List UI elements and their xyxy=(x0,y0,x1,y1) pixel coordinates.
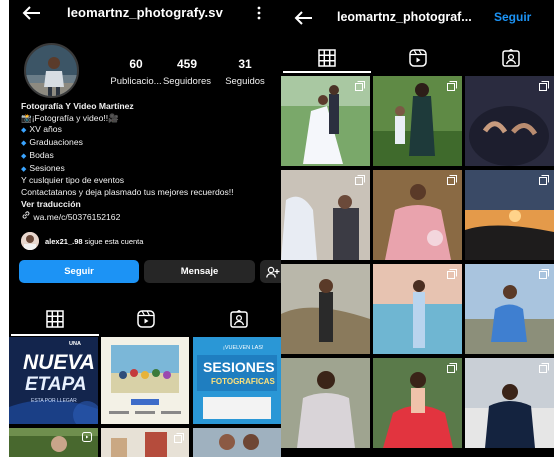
post-image xyxy=(193,428,281,457)
post-tile[interactable]: UNA NUEVA ETAPA ESTA POR LLEGAR xyxy=(9,337,98,424)
bio-service: ◆ Bodas xyxy=(21,149,54,160)
top-bar: leomartnz_photograf... Seguir xyxy=(281,0,554,38)
post-tile[interactable] xyxy=(465,264,554,354)
right-posts-screen: leomartnz_photograf... Seguir xyxy=(281,0,554,457)
active-tab-indicator xyxy=(283,71,371,73)
back-arrow-icon[interactable] xyxy=(293,10,313,26)
diamond-bullet-icon: ◆ xyxy=(21,127,27,135)
follower-username: alex21_.98 xyxy=(45,236,83,246)
suggest-button[interactable] xyxy=(260,260,281,283)
following-stat[interactable]: 31 Seguidos xyxy=(215,57,275,87)
multi-post-icon xyxy=(447,81,457,91)
multi-post-icon xyxy=(539,175,549,185)
post-tile[interactable] xyxy=(373,170,462,260)
bio-service: ◆ Graduaciones xyxy=(21,137,83,148)
post-tile[interactable] xyxy=(465,358,554,448)
post-tile[interactable] xyxy=(193,428,281,457)
tile-title: SESIONES xyxy=(203,359,275,375)
diamond-bullet-icon: ◆ xyxy=(21,152,27,160)
reels-icon[interactable] xyxy=(409,49,427,67)
diamond-bullet-icon: ◆ xyxy=(21,140,27,148)
profile-username: leomartnz_photografy.sv xyxy=(67,5,223,20)
post-tile[interactable] xyxy=(373,264,462,354)
bio-service: ◆ Sesiones xyxy=(21,162,65,173)
post-tile[interactable] xyxy=(373,358,462,448)
top-bar: leomartnz_photografy.sv xyxy=(9,0,281,30)
profile-bio: Fotografía Y Video Martínez 📸¡Fotografía… xyxy=(21,101,279,224)
post-tile[interactable] xyxy=(281,264,370,354)
follow-button[interactable]: Seguir xyxy=(19,260,139,283)
post-tile[interactable] xyxy=(101,428,189,457)
multi-post-icon xyxy=(355,175,365,185)
post-tile[interactable]: ¡VUELVEN LAS! SESIONES FOTOGRAFICAS xyxy=(193,337,281,424)
multi-post-icon xyxy=(447,363,457,373)
multi-post-icon xyxy=(174,433,184,443)
tagged-icon[interactable] xyxy=(502,49,520,67)
post-image xyxy=(281,358,370,448)
active-tab-indicator xyxy=(11,334,99,336)
follower-text: sigue esta cuenta xyxy=(84,236,144,246)
post-tile[interactable] xyxy=(373,76,462,166)
left-profile-screen: leomartnz_photografy.sv 60 Publicacio...… xyxy=(9,0,281,457)
follower-avatar xyxy=(21,232,39,250)
multi-post-icon xyxy=(355,81,365,91)
link-icon xyxy=(22,211,30,219)
add-person-icon xyxy=(266,266,280,278)
tile-text: UNA xyxy=(69,341,81,347)
followed-by[interactable]: alex21_.98 sigue esta cuenta xyxy=(21,232,143,250)
post-tile[interactable] xyxy=(465,76,554,166)
translate-link[interactable]: Ver traducción xyxy=(21,199,279,211)
post-tile[interactable] xyxy=(465,170,554,260)
multi-post-icon xyxy=(447,269,457,279)
post-tile[interactable] xyxy=(281,358,370,448)
tagged-icon[interactable] xyxy=(230,310,248,328)
message-button[interactable]: Mensaje xyxy=(144,260,255,283)
follow-link[interactable]: Seguir xyxy=(494,10,531,24)
bio-events: Y cuslquier tipo de eventos xyxy=(21,175,125,186)
grid-icon[interactable] xyxy=(318,49,336,67)
multi-post-icon xyxy=(447,175,457,185)
multi-post-icon xyxy=(539,269,549,279)
multi-post-icon xyxy=(539,81,549,91)
profile-username: leomartnz_photograf... xyxy=(337,10,472,24)
profile-avatar[interactable] xyxy=(24,43,79,98)
tile-sub: ESTA POR LLEGAR xyxy=(31,398,77,404)
post-tile[interactable] xyxy=(101,337,189,424)
posts-grid: UNA NUEVA ETAPA ESTA POR LLEGAR ¡VUELVEN… xyxy=(9,337,281,457)
tile-text: ¡VUELVEN LAS! xyxy=(223,345,264,351)
tile-sub: FOTOGRAFICAS xyxy=(211,377,275,386)
followers-stat[interactable]: 459 Seguidores xyxy=(157,57,217,87)
reels-icon[interactable] xyxy=(137,310,155,328)
grid-icon[interactable] xyxy=(46,310,64,328)
bio-service: ◆ XV años xyxy=(21,124,62,135)
bio-tagline: 📸¡Fotografía y video!!🎥 xyxy=(21,112,119,123)
more-vertical-icon[interactable] xyxy=(255,5,263,21)
tile-title: NUEVA xyxy=(23,351,95,374)
diamond-bullet-icon: ◆ xyxy=(21,165,27,173)
post-image xyxy=(281,264,370,354)
post-tile[interactable] xyxy=(9,428,98,457)
bio-contact: Contactatanos y deja plasmado tus mejore… xyxy=(21,186,234,197)
post-tile[interactable] xyxy=(281,170,370,260)
multi-post-icon xyxy=(539,363,549,373)
profile-tabs xyxy=(9,298,281,338)
bio-link[interactable]: wa.me/c/50376152162 xyxy=(21,210,279,224)
back-arrow-icon[interactable] xyxy=(21,5,41,21)
post-tile[interactable] xyxy=(281,76,370,166)
reels-icon xyxy=(82,432,92,442)
posts-grid xyxy=(281,76,554,457)
tile-title: ETAPA xyxy=(25,374,87,395)
post-image xyxy=(101,337,189,424)
bio-name: Fotografía Y Video Martínez xyxy=(21,101,134,111)
